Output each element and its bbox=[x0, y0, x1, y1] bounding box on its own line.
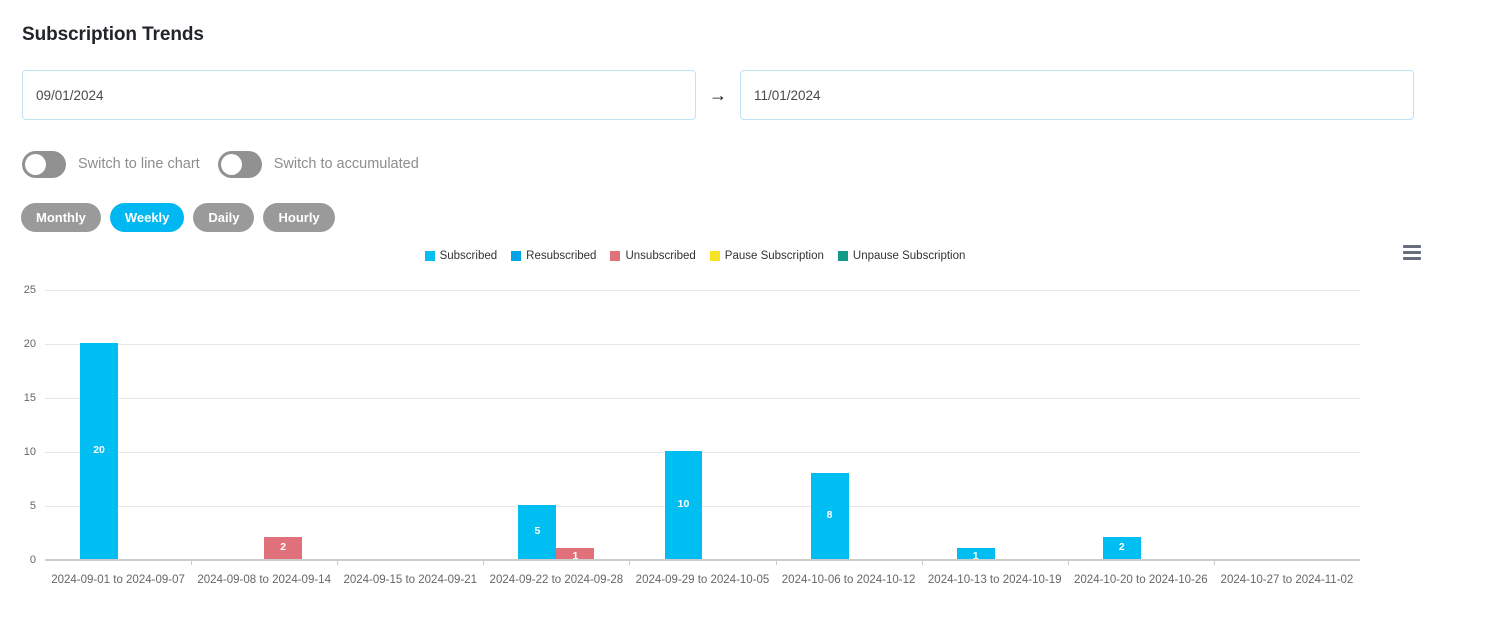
chart-bar-value-label: 5 bbox=[534, 525, 541, 537]
legend-label: Unsubscribed bbox=[625, 250, 696, 262]
chart-bar[interactable]: 1 bbox=[956, 548, 995, 563]
x-axis-tick bbox=[337, 560, 339, 565]
chart-plot-area: 0 5 10 15 20 25 2024-09-01 to 2024-09-07 20 2024… bbox=[0, 278, 1497, 598]
legend-swatch-icon bbox=[610, 251, 621, 261]
hamburger-line bbox=[1403, 257, 1421, 260]
gridline bbox=[45, 290, 1360, 291]
period-selector: Monthly Weekly Daily Hourly bbox=[21, 203, 344, 232]
x-axis-category-label: 2024-09-08 to 2024-09-14 bbox=[197, 574, 331, 586]
x-axis-category-label: 2024-10-27 to 2024-11-02 bbox=[1220, 574, 1354, 586]
chart-bar[interactable]: 2 bbox=[264, 537, 303, 559]
date-start-input[interactable] bbox=[22, 70, 696, 120]
toggle-switch-accumulated[interactable] bbox=[217, 150, 262, 178]
chart-legend: Subscribed Resubscribed Unsubscribed Pause … bbox=[0, 250, 1390, 262]
legend-item[interactable]: Pause Subscription bbox=[709, 250, 824, 262]
hamburger-menu-icon[interactable] bbox=[1400, 242, 1424, 264]
period-button-hourly[interactable]: Hourly bbox=[263, 203, 335, 232]
legend-swatch-icon bbox=[837, 251, 848, 261]
period-button-daily[interactable]: Daily bbox=[193, 203, 255, 232]
x-axis-tick bbox=[629, 560, 631, 565]
chart-bar-value-label: 2 bbox=[280, 541, 287, 554]
chart-bar-value-label: 8 bbox=[826, 508, 833, 521]
x-axis-tick bbox=[775, 560, 777, 565]
legend-label: Subscribed bbox=[439, 250, 498, 262]
gridline bbox=[45, 398, 1360, 399]
date-end-input[interactable] bbox=[740, 70, 1414, 120]
hamburger-line bbox=[1403, 251, 1421, 254]
date-range-row: → bbox=[22, 70, 1414, 120]
x-axis-tick bbox=[483, 560, 485, 565]
toggle-group-line-chart: Switch to line chart bbox=[22, 150, 200, 178]
chart-bar-value-label: 1 bbox=[972, 550, 979, 563]
y-axis-tick-label: 10 bbox=[23, 446, 36, 458]
hamburger-line bbox=[1403, 245, 1421, 248]
gridline bbox=[45, 344, 1360, 345]
legend-item[interactable]: Unpause Subscription bbox=[837, 250, 966, 262]
legend-item[interactable]: Subscribed bbox=[424, 250, 498, 262]
y-axis-tick-label: 0 bbox=[29, 554, 36, 566]
legend-label: Unpause Subscription bbox=[852, 250, 966, 262]
page-title: Subscription Trends bbox=[22, 24, 204, 45]
date-range-arrow-icon: → bbox=[709, 85, 727, 105]
chart-bar[interactable]: 5 bbox=[518, 505, 557, 559]
gridline bbox=[45, 560, 1360, 561]
chart-bar[interactable]: 20 bbox=[80, 343, 119, 559]
legend-swatch-icon bbox=[424, 251, 435, 261]
x-axis-category-label: 2024-09-15 to 2024-09-21 bbox=[343, 574, 478, 586]
y-axis-tick-label: 25 bbox=[23, 284, 36, 296]
x-axis-tick bbox=[921, 560, 923, 565]
toggles-row: Switch to line chart Switch to accumulat… bbox=[22, 150, 419, 178]
chart-bar[interactable]: 2 bbox=[1102, 537, 1141, 559]
subscription-trends-chart: Subscribed Resubscribed Unsubscribed Pause … bbox=[0, 238, 1497, 598]
chart-bar-value-label: 1 bbox=[572, 550, 579, 563]
period-button-monthly[interactable]: Monthly bbox=[21, 203, 101, 232]
gridline bbox=[45, 452, 1360, 453]
legend-item[interactable]: Resubscribed bbox=[511, 250, 596, 262]
chart-bar[interactable]: 10 bbox=[664, 451, 703, 559]
legend-label: Resubscribed bbox=[526, 250, 597, 262]
chart-bar-value-label: 20 bbox=[93, 444, 105, 456]
gridline bbox=[45, 506, 1360, 507]
x-axis-category-label: 2024-09-29 to 2024-10-05 bbox=[635, 574, 770, 586]
toggle-switch-line-chart[interactable] bbox=[22, 150, 66, 178]
chart-bar-value-label: 2 bbox=[1118, 541, 1125, 554]
chart-bar-value-label: 10 bbox=[677, 498, 690, 510]
x-axis-tick bbox=[1213, 560, 1215, 565]
chart-plot: 0 5 10 15 20 25 2024-09-01 to 2024-09-07 20 2024… bbox=[24, 284, 1360, 586]
chart-bar[interactable]: 1 bbox=[556, 548, 595, 563]
x-axis-line bbox=[45, 559, 1360, 560]
x-axis-tick bbox=[1067, 560, 1069, 565]
toggle-group-accumulated: Switch to accumulated bbox=[217, 150, 419, 178]
toggle-label-line-chart: Switch to line chart bbox=[78, 156, 200, 172]
toggle-knob bbox=[25, 153, 46, 175]
legend-swatch-icon bbox=[511, 251, 522, 261]
x-axis-tick bbox=[191, 560, 193, 565]
y-axis-tick-label: 20 bbox=[23, 338, 36, 350]
toggle-knob bbox=[220, 153, 242, 175]
y-axis-tick-label: 15 bbox=[23, 392, 36, 404]
x-axis-category-label: 2024-10-13 to 2024-10-19 bbox=[927, 574, 1062, 586]
chart-bar[interactable]: 8 bbox=[810, 472, 849, 559]
y-axis-tick-label: 5 bbox=[29, 500, 36, 512]
x-axis-category-label: 2024-10-20 to 2024-10-26 bbox=[1074, 574, 1208, 586]
period-button-weekly[interactable]: Weekly bbox=[109, 203, 185, 232]
legend-swatch-icon bbox=[709, 251, 720, 261]
toggle-label-accumulated: Switch to accumulated bbox=[273, 156, 419, 172]
x-axis-category-label: 2024-10-06 to 2024-10-12 bbox=[781, 574, 916, 586]
x-axis-category-label: 2024-09-22 to 2024-09-28 bbox=[489, 574, 624, 586]
legend-label: Pause Subscription bbox=[724, 250, 824, 262]
x-axis-category-label: 2024-09-01 to 2024-09-07 bbox=[51, 574, 185, 586]
legend-item[interactable]: Unsubscribed bbox=[610, 250, 696, 262]
